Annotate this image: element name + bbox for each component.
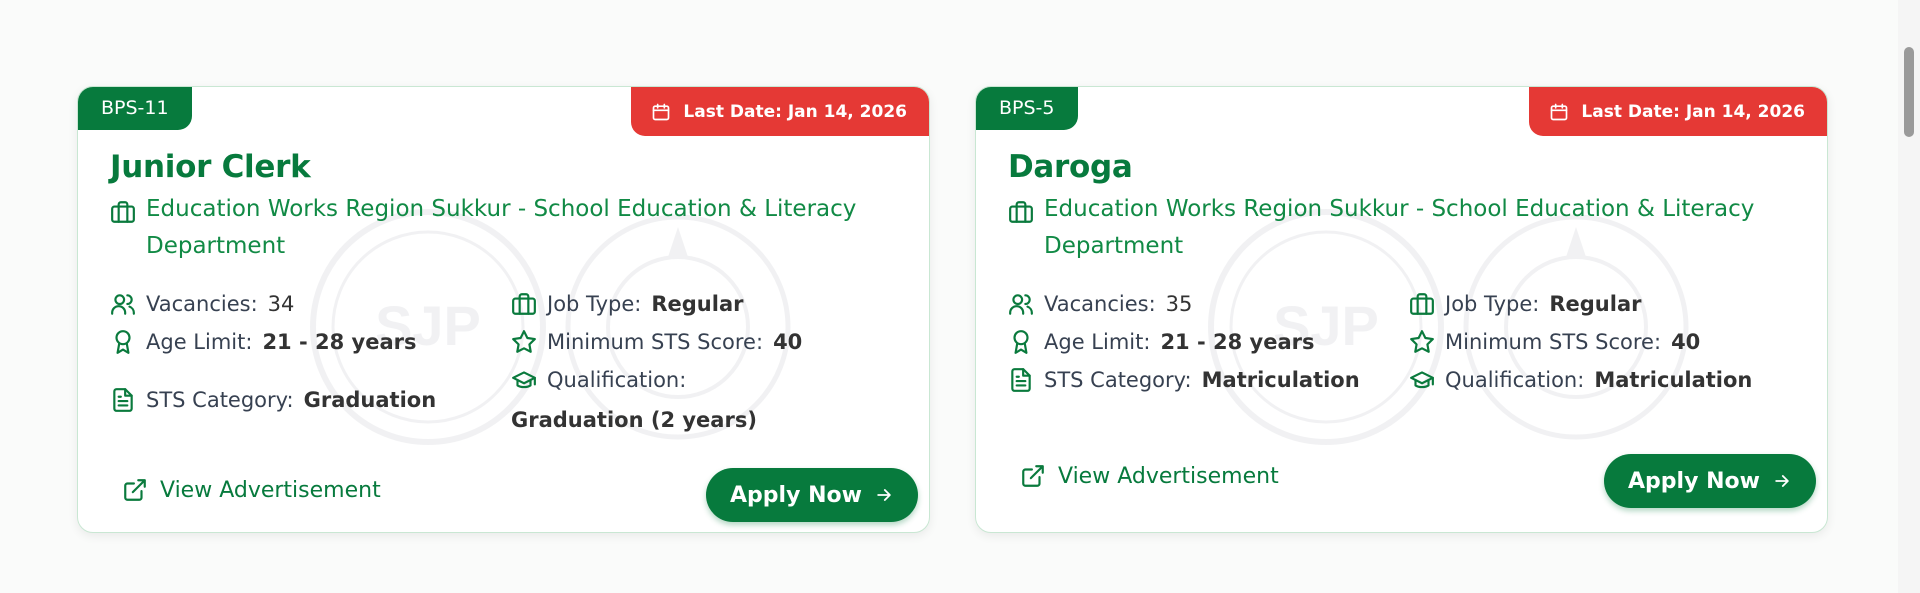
sts-category-label: STS Category: — [1044, 368, 1192, 392]
details-column-2: Job Type: Regular Minimum STS Score: 40 … — [1409, 285, 1752, 399]
details-column-2: Job Type: Regular Minimum STS Score: 40 … — [511, 285, 802, 439]
qualification-value: Matriculation — [1594, 368, 1753, 392]
sts-category-value: Graduation — [303, 388, 437, 412]
qualification-label: Qualification: — [1445, 368, 1585, 392]
view-advertisement-link[interactable]: View Advertisement — [1020, 463, 1279, 489]
age-limit-value: 21 - 28 years — [1160, 330, 1315, 354]
age-limit-label: Age Limit: — [146, 330, 253, 354]
document-icon — [113, 388, 133, 412]
star-icon — [512, 330, 536, 353]
document-icon — [1011, 368, 1031, 392]
apply-now-button[interactable]: Apply Now — [706, 468, 918, 522]
min-sts-value: 40 — [1671, 330, 1701, 354]
deadline-text: Last Date: Jan 14, 2026 — [683, 101, 907, 122]
min-sts-row: Minimum STS Score: 40 — [1409, 323, 1752, 361]
bps-badge: BPS-5 — [976, 87, 1078, 130]
min-sts-label: Minimum STS Score: — [1445, 330, 1662, 354]
vacancies-value: 35 — [1165, 292, 1193, 316]
job-type-label: Job Type: — [547, 292, 642, 316]
vacancies-row: Vacancies: 35 — [1008, 285, 1360, 323]
award-icon — [1013, 330, 1029, 354]
qualification-row: Qualification: Matriculation — [1409, 361, 1752, 399]
age-limit-label: Age Limit: — [1044, 330, 1151, 354]
department-name: Education Works Region Sukkur - School E… — [1044, 196, 1755, 259]
qualification-row: Qualification: — [511, 361, 802, 399]
briefcase-icon — [1009, 201, 1033, 223]
sts-category-label: STS Category: — [146, 388, 294, 412]
job-title: Daroga — [1008, 149, 1133, 185]
sts-category-value: Matriculation — [1201, 368, 1360, 392]
deadline-badge: Last Date: Jan 14, 2026 — [631, 87, 929, 136]
view-advertisement-label: View Advertisement — [1058, 463, 1279, 489]
award-icon — [115, 330, 131, 354]
job-card: SJP BPS-5 Last Date: Jan 14, 2026 Daroga… — [975, 86, 1828, 533]
view-advertisement-link[interactable]: View Advertisement — [122, 477, 381, 503]
scrollbar-thumb[interactable] — [1904, 47, 1914, 137]
job-details: Vacancies: 34 Age Limit: 21 - 28 years S… — [110, 285, 802, 432]
apply-now-label: Apply Now — [730, 482, 862, 508]
users-icon — [111, 294, 135, 315]
apply-now-label: Apply Now — [1628, 468, 1760, 494]
scrollbar-track[interactable] — [1898, 0, 1920, 593]
department: Education Works Region Sukkur - School E… — [1008, 191, 1808, 265]
deadline-badge: Last Date: Jan 14, 2026 — [1529, 87, 1827, 136]
department-name: Education Works Region Sukkur - School E… — [146, 196, 857, 259]
arrow-right-icon — [877, 489, 891, 501]
users-icon — [1009, 294, 1033, 315]
min-sts-value: 40 — [773, 330, 803, 354]
external-link-icon — [124, 479, 146, 501]
qualification-label: Qualification: — [547, 368, 687, 392]
star-icon — [1410, 330, 1434, 353]
job-type-value: Regular — [1549, 292, 1642, 316]
calendar-icon — [653, 103, 670, 120]
deadline-text: Last Date: Jan 14, 2026 — [1581, 101, 1805, 122]
view-advertisement-label: View Advertisement — [160, 477, 381, 503]
job-details: Vacancies: 35 Age Limit: 21 - 28 years S… — [1008, 285, 1752, 399]
age-limit-value: 21 - 28 years — [262, 330, 417, 354]
job-type-value: Regular — [651, 292, 744, 316]
job-title: Junior Clerk — [110, 149, 311, 185]
sts-category-row: STS Category: Graduation — [110, 381, 436, 419]
sts-category-row: STS Category: Matriculation — [1008, 361, 1360, 399]
min-sts-row: Minimum STS Score: 40 — [511, 323, 802, 361]
qualification-value-row: Graduation (2 years) — [511, 401, 802, 439]
vacancies-row: Vacancies: 34 — [110, 285, 436, 323]
bps-badge: BPS-11 — [78, 87, 192, 130]
min-sts-label: Minimum STS Score: — [547, 330, 764, 354]
qualification-value: Graduation (2 years) — [511, 408, 757, 432]
briefcase-icon — [1410, 293, 1434, 315]
briefcase-icon — [111, 201, 135, 223]
job-card: SJP BPS-11 Last Date: Jan 14, 2026 Junio… — [77, 86, 930, 533]
calendar-icon — [1551, 103, 1568, 120]
job-type-row: Job Type: Regular — [1409, 285, 1752, 323]
age-limit-row: Age Limit: 21 - 28 years — [110, 323, 436, 361]
age-limit-row: Age Limit: 21 - 28 years — [1008, 323, 1360, 361]
vacancies-label: Vacancies: — [1044, 292, 1156, 316]
department: Education Works Region Sukkur - School E… — [110, 191, 910, 265]
arrow-right-icon — [1775, 475, 1789, 487]
briefcase-icon — [512, 293, 536, 315]
graduation-cap-icon — [512, 371, 536, 389]
vacancies-value: 34 — [267, 292, 295, 316]
job-type-row: Job Type: Regular — [511, 285, 802, 323]
graduation-cap-icon — [1410, 371, 1434, 389]
vacancies-label: Vacancies: — [146, 292, 258, 316]
apply-now-button[interactable]: Apply Now — [1604, 454, 1816, 508]
job-card-list: SJP BPS-11 Last Date: Jan 14, 2026 Junio… — [77, 86, 1828, 533]
job-type-label: Job Type: — [1445, 292, 1540, 316]
external-link-icon — [1022, 465, 1044, 487]
